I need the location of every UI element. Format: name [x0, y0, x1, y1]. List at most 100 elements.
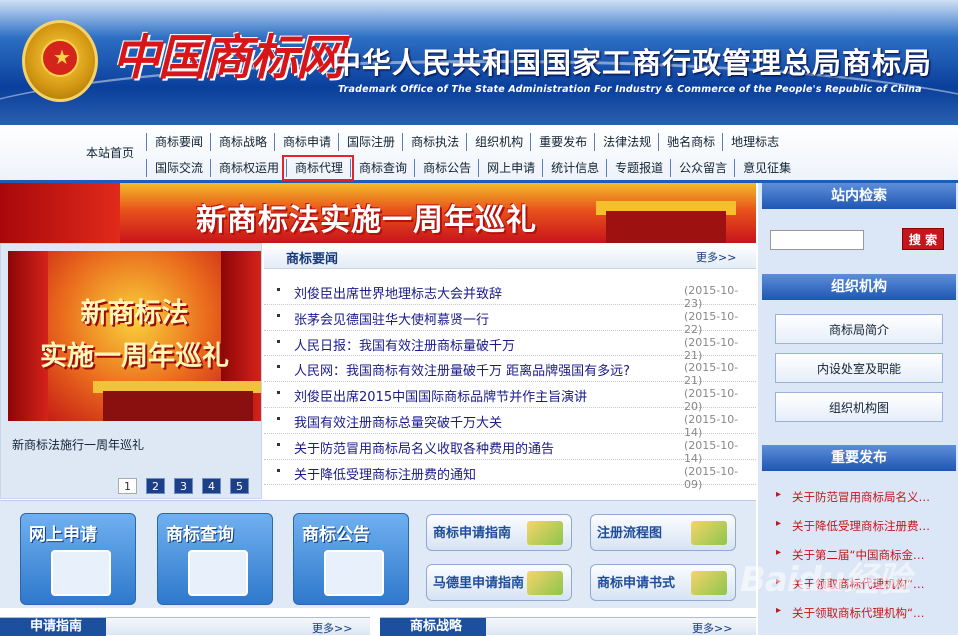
slide-page-button[interactable]: 3: [174, 478, 193, 494]
online-apply-tile[interactable]: 网上申请: [20, 513, 136, 605]
trademark-gazette-label: 商标公告: [302, 525, 370, 545]
nav-row-1: 商标要闻 商标战略 商标申请 国际注册 商标执法 组织机构 重要发布 法律法规 驰名商标 地理标志: [146, 133, 786, 151]
nav-item-row2-9[interactable]: 公众留言: [670, 159, 734, 177]
search-section-title: 站内检索: [762, 183, 956, 209]
strategy-more-link[interactable]: 更多>>: [692, 620, 732, 636]
featured-slideshow: 新商标法 实施一周年巡礼 新商标法施行一周年巡礼 12345: [0, 243, 262, 499]
org-section-title: 组织机构: [762, 274, 956, 300]
news-list: 刘俊臣出席世界地理标志大会并致辞 (2015-10-23) 张茅会见德国驻华大使柯慕…: [264, 279, 756, 491]
documents-icon: [324, 550, 384, 596]
nav-item-row2-2[interactable]: 商标权运用: [210, 159, 286, 177]
slide-page-button[interactable]: 5: [230, 478, 249, 494]
bullet-icon: [277, 288, 280, 291]
curtain-decoration: [0, 183, 120, 243]
news-item-link[interactable]: 关于降低受理商标注册费的通知: [294, 464, 476, 483]
news-item: 我国有效注册商标总量突破千万大关 (2015-10-14): [264, 408, 756, 439]
bullet-icon: [277, 468, 280, 472]
online-apply-label: 网上申请: [29, 525, 97, 545]
nav-home-link[interactable]: 本站首页: [86, 144, 134, 161]
news-item: 关于降低受理商标注册费的通知 (2015-10-09): [264, 460, 756, 491]
site-header: ★ 中国商标网 中华人民共和国国家工商行政管理总局商标局 Trademark O…: [0, 0, 958, 125]
search-button[interactable]: 搜 索: [902, 228, 944, 250]
bullet-icon: [277, 313, 280, 317]
application-forms-button[interactable]: 商标申请书式: [590, 564, 736, 601]
nav-item-row1-1[interactable]: 商标要闻: [146, 133, 210, 151]
news-more-link[interactable]: 更多>>: [696, 249, 736, 265]
nav-item-row2-8[interactable]: 专题报道: [606, 159, 670, 177]
bullet-icon: [277, 365, 280, 369]
bullet-icon: [277, 416, 280, 420]
money-icon: [527, 521, 563, 545]
trademark-search-tile[interactable]: 商标查询: [157, 513, 273, 605]
release-item-link[interactable]: 关于降低受理商标注册费…: [774, 518, 930, 547]
registration-flow-button[interactable]: 注册流程图: [590, 514, 736, 551]
nav-item-row1-3[interactable]: 商标申请: [274, 133, 338, 151]
nav-item-row1-4[interactable]: 国际注册: [338, 133, 402, 151]
bullet-icon: [277, 442, 280, 446]
nav-item-row2-5[interactable]: 商标公告: [414, 159, 478, 177]
madrid-guide-button[interactable]: 马德里申请指南: [426, 564, 572, 601]
site-logo[interactable]: 中国商标网: [112, 18, 344, 88]
featured-caption[interactable]: 新商标法施行一周年巡礼: [12, 436, 144, 453]
release-item-link[interactable]: 关于防范冒用商标局名义…: [774, 489, 930, 518]
news-item-link[interactable]: 人民网：我国商标有效注册量破千万 距离品牌强国有多远?: [294, 360, 630, 379]
madrid-guide-label: 马德里申请指南: [433, 576, 525, 591]
news-item: 人民网：我国商标有效注册量破千万 距离品牌强国有多远? (2015-10-21): [264, 356, 756, 387]
guide-more-link[interactable]: 更多>>: [312, 620, 352, 636]
anniversary-banner[interactable]: 新商标法实施一周年巡礼: [0, 183, 756, 243]
news-item-link[interactable]: 刘俊臣出席2015中国国际商标品牌节并作主旨演讲: [294, 386, 587, 405]
news-item-link[interactable]: 我国有效注册商标总量突破千万大关: [294, 412, 502, 431]
org-intro-button[interactable]: 商标局简介: [775, 314, 943, 344]
registration-flow-label: 注册流程图: [597, 526, 663, 541]
application-guide-label: 商标申请指南: [433, 526, 512, 541]
nav-item-row2-4[interactable]: 商标查询: [350, 159, 414, 177]
nav-item-row2-1[interactable]: 国际交流: [146, 159, 210, 177]
news-item-link[interactable]: 人民日报：我国有效注册商标量破千万: [294, 335, 515, 354]
news-item: 关于防范冒用商标局名义收取各种费用的通告 (2015-10-14): [264, 434, 756, 465]
news-item-link[interactable]: 张茅会见德国驻华大使柯慕贤一行: [294, 309, 489, 328]
application-forms-label: 商标申请书式: [597, 576, 676, 591]
strategy-tab[interactable]: 商标战略: [380, 618, 487, 636]
trademark-gazette-tile[interactable]: 商标公告: [293, 513, 409, 605]
news-title: 商标要闻: [286, 252, 339, 267]
org-departments-button[interactable]: 内设处室及职能: [775, 353, 943, 383]
news-item-link[interactable]: 关于防范冒用商标局名义收取各种费用的通告: [294, 438, 554, 457]
nav-item-row2-6[interactable]: 网上申请: [478, 159, 542, 177]
guide-tab[interactable]: 申请指南: [0, 618, 107, 636]
quick-links-area: 网上申请 商标查询 商标公告 商标申请指南 注册流程图 马德里申请指南 商标申请…: [0, 500, 756, 608]
news-item: 刘俊臣出席世界地理标志大会并致辞 (2015-10-23): [264, 279, 756, 310]
banner-title: 新商标法实施一周年巡礼: [196, 203, 537, 238]
slide-page-button[interactable]: 1: [118, 478, 137, 494]
bullet-icon: [277, 391, 280, 395]
nav-item-row1-7[interactable]: 重要发布: [530, 133, 594, 151]
nav-item-row1-2[interactable]: 商标战略: [210, 133, 274, 151]
trademark-search-label: 商标查询: [166, 525, 234, 545]
featured-image[interactable]: 新商标法 实施一周年巡礼: [8, 251, 261, 421]
slide-page-button[interactable]: 4: [202, 478, 221, 494]
news-item: 张茅会见德国驻华大使柯慕贤一行 (2015-10-22): [264, 305, 756, 336]
news-item-date: (2015-10-09): [684, 464, 739, 491]
nav-item-row1-5[interactable]: 商标执法: [402, 133, 466, 151]
org-chart-button[interactable]: 组织机构图: [775, 392, 943, 422]
news-item-link[interactable]: 刘俊臣出席世界地理标志大会并致辞: [294, 283, 502, 302]
nav-item-row2-3[interactable]: 商标代理: [282, 155, 355, 181]
release-section-title: 重要发布: [762, 445, 956, 471]
nav-item-row1-9[interactable]: 驰名商标: [658, 133, 722, 151]
search-input[interactable]: [770, 230, 864, 250]
guide-tab-bar: 申请指南 更多>>: [0, 617, 370, 636]
bullet-icon: [277, 339, 280, 343]
application-guide-button[interactable]: 商标申请指南: [426, 514, 572, 551]
featured-image-line-1: 新商标法: [80, 298, 189, 329]
nav-item-row2-7[interactable]: 统计信息: [542, 159, 606, 177]
release-item-link[interactable]: 关于领取商标代理机构“…: [774, 605, 930, 634]
nav-item-row2-10[interactable]: 意见征集: [734, 159, 798, 177]
nav-item-row1-10[interactable]: 地理标志: [722, 133, 786, 151]
baidu-watermark: Baidu经验: [740, 560, 911, 600]
nav-item-row1-6[interactable]: 组织机构: [466, 133, 530, 151]
nav-row-2: 国际交流 商标权运用 商标代理 商标查询 商标公告 网上申请 统计信息 专题报道 公众留言 意见征…: [146, 155, 798, 181]
news-panel: 商标要闻 更多>> 刘俊臣出席世界地理标志大会并致辞 (2015-10-23) 张茅…: [264, 243, 756, 499]
nav-item-row1-8[interactable]: 法律法规: [594, 133, 658, 151]
news-item: 刘俊臣出席2015中国国际商标品牌节并作主旨演讲 (2015-10-20): [264, 382, 756, 413]
slide-pager: 12345: [118, 478, 249, 494]
slide-page-button[interactable]: 2: [146, 478, 165, 494]
